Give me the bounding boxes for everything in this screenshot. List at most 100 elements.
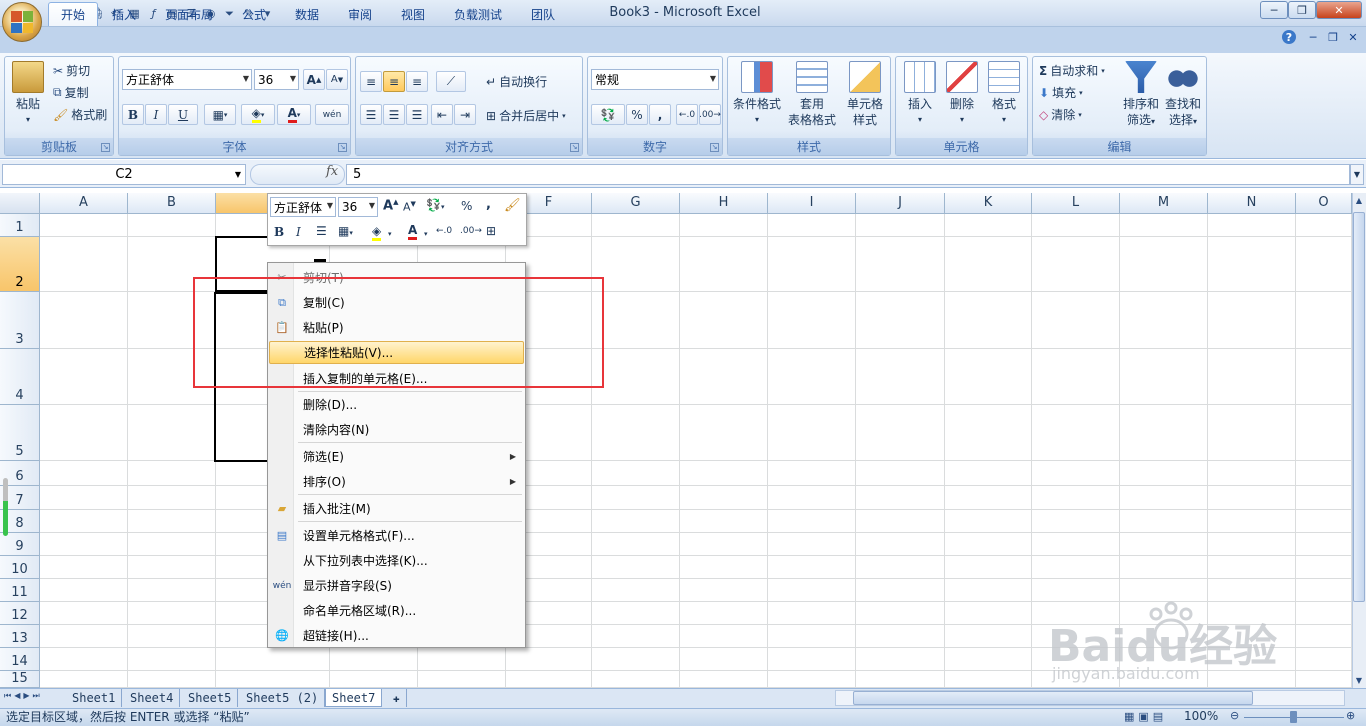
insert-sheet-icon[interactable]: ✚ (387, 689, 407, 707)
sheet-tab[interactable]: Sheet1 (66, 689, 123, 707)
restore-button[interactable]: ❐ (1288, 1, 1316, 19)
mini-fill-color-icon[interactable]: ◈ (372, 224, 382, 241)
tab-load-test[interactable]: 负载测试 (442, 2, 514, 26)
find-select-button[interactable]: 查找和 选择▾ (1162, 61, 1204, 130)
mini-grow-font-button[interactable]: A▲ (383, 198, 398, 213)
sort-filter-button[interactable]: 排序和 筛选▾ (1121, 61, 1161, 130)
menu-item-show-phonetic[interactable]: wén 显示拼音字段(S) (269, 574, 524, 597)
column-header-o[interactable]: O (1296, 193, 1352, 214)
font-launcher-icon[interactable]: ↘ (338, 143, 347, 152)
mini-font-combo[interactable]: 方正舒体 ▼ (270, 197, 336, 217)
increase-decimal-button[interactable]: ←.0 (676, 104, 698, 125)
expand-formula-bar-icon[interactable]: ▼ (1350, 164, 1364, 185)
mini-format-painter-icon[interactable]: 🖌 (504, 198, 521, 213)
row-header-9[interactable]: 9 (0, 533, 40, 556)
mini-increase-decimal-icon[interactable]: ←.0 (436, 226, 452, 236)
row-header-4[interactable]: 4 (0, 349, 40, 405)
chevron-down-icon[interactable]: ▾ (388, 230, 392, 238)
format-painter-button[interactable]: 🖌 格式刷 (53, 106, 107, 123)
zoom-out-icon[interactable]: ⊖ (1230, 709, 1239, 722)
vertical-scroll-thumb[interactable] (1353, 212, 1365, 602)
row-header-5[interactable]: 5 (0, 405, 40, 461)
close-button[interactable]: ✕ (1316, 1, 1362, 19)
mini-decrease-decimal-icon[interactable]: .00→ (460, 226, 482, 236)
scroll-down-icon[interactable]: ▼ (1353, 676, 1365, 688)
mini-italic-button[interactable]: I (296, 225, 301, 239)
help-icon[interactable]: ? (1282, 30, 1296, 44)
ribbon-minimize-icon[interactable]: ─ (1306, 30, 1320, 44)
chevron-down-icon[interactable]: ▾ (424, 230, 428, 238)
tab-formulas[interactable]: 公式 (230, 2, 278, 26)
column-header-n[interactable]: N (1208, 193, 1296, 214)
name-box[interactable]: C2 ▼ (2, 164, 246, 185)
wrap-text-button[interactable]: ↵ 自动换行 (486, 73, 547, 90)
column-header-l[interactable]: L (1032, 193, 1120, 214)
shrink-font-button[interactable]: A ▼ (326, 69, 348, 90)
decrease-indent-button[interactable]: ⇤ (431, 104, 453, 125)
borders-button[interactable]: ▦ ▾ (204, 104, 236, 125)
mini-size-combo[interactable]: 36 ▼ (338, 197, 378, 217)
align-left-button[interactable]: ☰ (360, 104, 382, 125)
select-all-corner[interactable] (0, 193, 40, 214)
orientation-button[interactable]: ⟋ (436, 71, 466, 92)
column-header-g[interactable]: G (592, 193, 680, 214)
mini-currency-button[interactable]: 💱▾ (426, 198, 444, 212)
conditional-format-button[interactable]: 条件格式 ▾ (730, 61, 784, 128)
scroll-up-icon[interactable]: ▲ (1353, 196, 1365, 208)
align-bottom-button[interactable]: ≡ (406, 71, 428, 92)
mini-merge-icon[interactable]: ⊞ (486, 224, 496, 238)
tab-page-layout[interactable]: 页面布局 (153, 2, 225, 26)
column-header-m[interactable]: M (1120, 193, 1208, 214)
autosum-button[interactable]: Σ 自动求和 ▾ (1039, 62, 1105, 79)
fill-color-button[interactable]: ◈ ▾ (241, 104, 275, 125)
sheet-tab[interactable]: Sheet5 (182, 689, 239, 707)
align-center-button[interactable]: ☰ (383, 104, 405, 125)
alignment-launcher-icon[interactable]: ↘ (570, 143, 579, 152)
zoom-level[interactable]: 100% (1184, 709, 1218, 723)
column-header-k[interactable]: K (945, 193, 1032, 214)
column-header-h[interactable]: H (680, 193, 768, 214)
delete-cells-button[interactable]: 删除 ▾ (942, 61, 982, 128)
paste-button[interactable]: 粘贴 ▾ (9, 61, 47, 128)
menu-item-delete[interactable]: 删除(D)... (269, 393, 524, 416)
grow-font-button[interactable]: A ▲ (303, 69, 325, 90)
tab-home[interactable]: 开始 (48, 2, 99, 26)
mini-comma-button[interactable]: , (486, 197, 491, 212)
insert-function-icon[interactable]: fx (326, 164, 338, 179)
row-header-2[interactable]: 2 (0, 237, 40, 292)
row-header-3[interactable]: 3 (0, 292, 40, 349)
mini-borders-icon[interactable]: ▦▾ (338, 224, 353, 238)
sheet-tab[interactable]: Sheet4 (124, 689, 181, 707)
menu-item-sort[interactable]: 排序(O) ▶ (269, 470, 524, 493)
menu-item-format-cells[interactable]: ▤ 设置单元格格式(F)... (269, 524, 524, 547)
menu-item-clear-contents[interactable]: 清除内容(N) (269, 418, 524, 441)
sheet-tab-active[interactable]: Sheet7 (325, 689, 383, 707)
tab-view[interactable]: 视图 (389, 2, 437, 26)
insert-cells-button[interactable]: 插入 ▾ (900, 61, 940, 128)
clear-button[interactable]: ◇ 清除 ▾ (1039, 106, 1082, 123)
column-header-a[interactable]: A (40, 193, 128, 214)
row-header-1[interactable]: 1 (0, 214, 40, 237)
font-name-combo[interactable]: 方正舒体 ▼ (122, 69, 252, 90)
row-header-11[interactable]: 11 (0, 579, 40, 602)
align-top-button[interactable]: ≡ (360, 71, 382, 92)
clipboard-launcher-icon[interactable]: ↘ (101, 143, 110, 152)
tab-team[interactable]: 团队 (519, 2, 567, 26)
column-header-i[interactable]: I (768, 193, 856, 214)
ribbon-close-icon[interactable]: ✕ (1346, 30, 1360, 44)
align-right-button[interactable]: ☰ (406, 104, 428, 125)
mini-center-align-icon[interactable]: ☰ (316, 224, 327, 238)
cell-styles-button[interactable]: 单元格 样式 (840, 61, 890, 128)
column-header-j[interactable]: J (856, 193, 945, 214)
fill-button[interactable]: ⬇ 填充 ▾ (1039, 84, 1083, 101)
phonetic-button[interactable]: wén (315, 104, 349, 125)
increase-indent-button[interactable]: ⇥ (454, 104, 476, 125)
tab-data[interactable]: 数据 (283, 2, 331, 26)
horizontal-scroll-thumb[interactable] (853, 691, 1253, 705)
copy-button[interactable]: ⧉ 复制 (53, 84, 89, 101)
row-header-12[interactable]: 12 (0, 602, 40, 625)
office-button[interactable] (2, 2, 42, 42)
underline-button[interactable]: U (168, 104, 198, 125)
row-header-13[interactable]: 13 (0, 625, 40, 648)
zoom-thumb[interactable] (1290, 711, 1297, 723)
